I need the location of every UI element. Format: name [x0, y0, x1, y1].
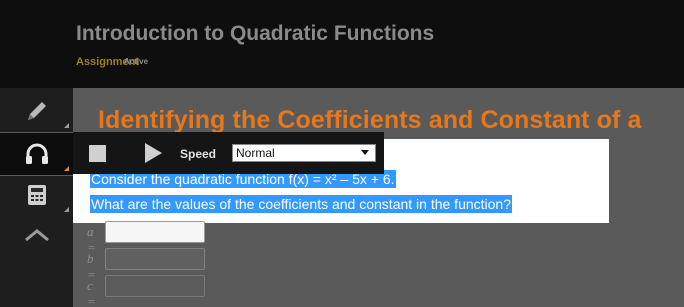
- menu-indicator-icon: [64, 166, 69, 171]
- question-text-line-2: What are the values of the coefficients …: [90, 195, 513, 213]
- speed-select-value: Normal: [236, 146, 275, 160]
- calculator-button[interactable]: [0, 174, 73, 216]
- answer-input-a[interactable]: [105, 221, 205, 243]
- chevron-down-icon: [361, 150, 369, 155]
- headphones-icon: [25, 143, 48, 164]
- menu-indicator-icon: [64, 123, 69, 128]
- play-icon[interactable]: [145, 143, 162, 163]
- page-title: Identifying the Coefficients and Constan…: [98, 106, 642, 134]
- answer-label-c: c =: [87, 278, 96, 307]
- speed-select[interactable]: Normal: [232, 144, 376, 162]
- content-panel: Identifying the Coefficients and Constan…: [73, 88, 684, 307]
- chevron-up-icon: [24, 229, 49, 242]
- calculator-icon: [27, 185, 46, 205]
- pencil-icon: [27, 102, 46, 120]
- audio-toolbar: Speed Normal: [73, 132, 384, 174]
- header: Introduction to Quadratic Functions Assi…: [0, 0, 684, 88]
- app-window: Introduction to Quadratic Functions Assi…: [0, 0, 684, 307]
- menu-indicator-icon: [64, 207, 69, 212]
- status-label: Active: [124, 57, 149, 66]
- pencil-tool-button[interactable]: [0, 90, 73, 132]
- text-to-speech-button[interactable]: [0, 132, 73, 176]
- answer-input-c[interactable]: [105, 275, 205, 297]
- answer-input-b[interactable]: [105, 248, 205, 270]
- tool-rail: [0, 88, 73, 307]
- course-title: Introduction to Quadratic Functions: [76, 22, 435, 45]
- speed-label: Speed: [180, 147, 217, 161]
- stop-icon[interactable]: [89, 145, 106, 162]
- collapse-toolbar-button[interactable]: [0, 214, 73, 256]
